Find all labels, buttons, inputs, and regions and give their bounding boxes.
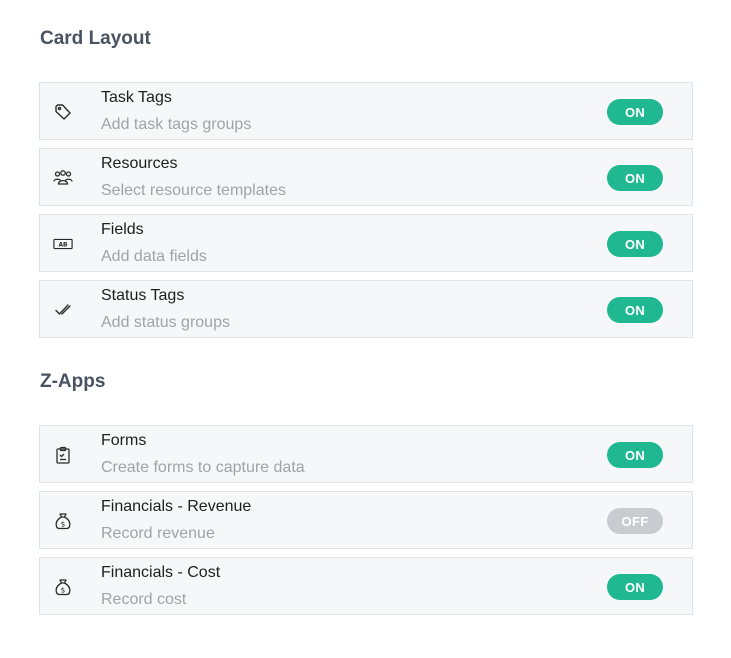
task-tags-toggle[interactable]: ON [607,99,663,125]
setting-title: Financials - Cost [101,564,221,581]
setting-row-financials-revenue: $ Financials - Revenue Record revenue OF… [39,491,693,549]
forms-toggle[interactable]: ON [607,442,663,468]
setting-title: Financials - Revenue [101,498,252,515]
tag-icon [53,102,73,122]
setting-title: Fields [101,221,144,238]
money-bag-icon: $ [53,511,73,531]
setting-description: Record revenue [101,525,215,542]
setting-title: Resources [101,155,178,172]
setting-description: Record cost [101,591,187,608]
users-icon [53,168,73,188]
svg-text:$: $ [61,521,65,529]
section-title-card-layout: Card Layout [40,28,151,49]
setting-row-fields: AB Fields Add data fields ON [39,214,693,272]
setting-description: Select resource templates [101,182,286,199]
financials-revenue-toggle[interactable]: OFF [607,508,663,534]
money-bag-icon: $ [53,577,73,597]
setting-title: Forms [101,432,147,449]
setting-title: Task Tags [101,89,172,106]
financials-cost-toggle[interactable]: ON [607,574,663,600]
svg-text:AB: AB [58,243,68,249]
setting-description: Add task tags groups [101,116,252,133]
clipboard-icon [53,445,73,465]
setting-row-status-tags: Status Tags Add status groups ON [39,280,693,338]
setting-description: Add status groups [101,314,230,331]
status-tags-toggle[interactable]: ON [607,297,663,323]
setting-row-resources: Resources Select resource templates ON [39,148,693,206]
setting-row-task-tags: Task Tags Add task tags groups ON [39,82,693,140]
double-check-icon [53,300,73,320]
setting-row-financials-cost: $ Financials - Cost Record cost ON [39,557,693,615]
svg-text:$: $ [61,587,65,595]
section-title-z-apps: Z-Apps [40,371,106,392]
setting-title: Status Tags [101,287,185,304]
setting-description: Create forms to capture data [101,459,305,476]
setting-description: Add data fields [101,248,207,265]
fields-icon: AB [53,234,73,254]
setting-row-forms: Forms Create forms to capture data ON [39,425,693,483]
resources-toggle[interactable]: ON [607,165,663,191]
fields-toggle[interactable]: ON [607,231,663,257]
